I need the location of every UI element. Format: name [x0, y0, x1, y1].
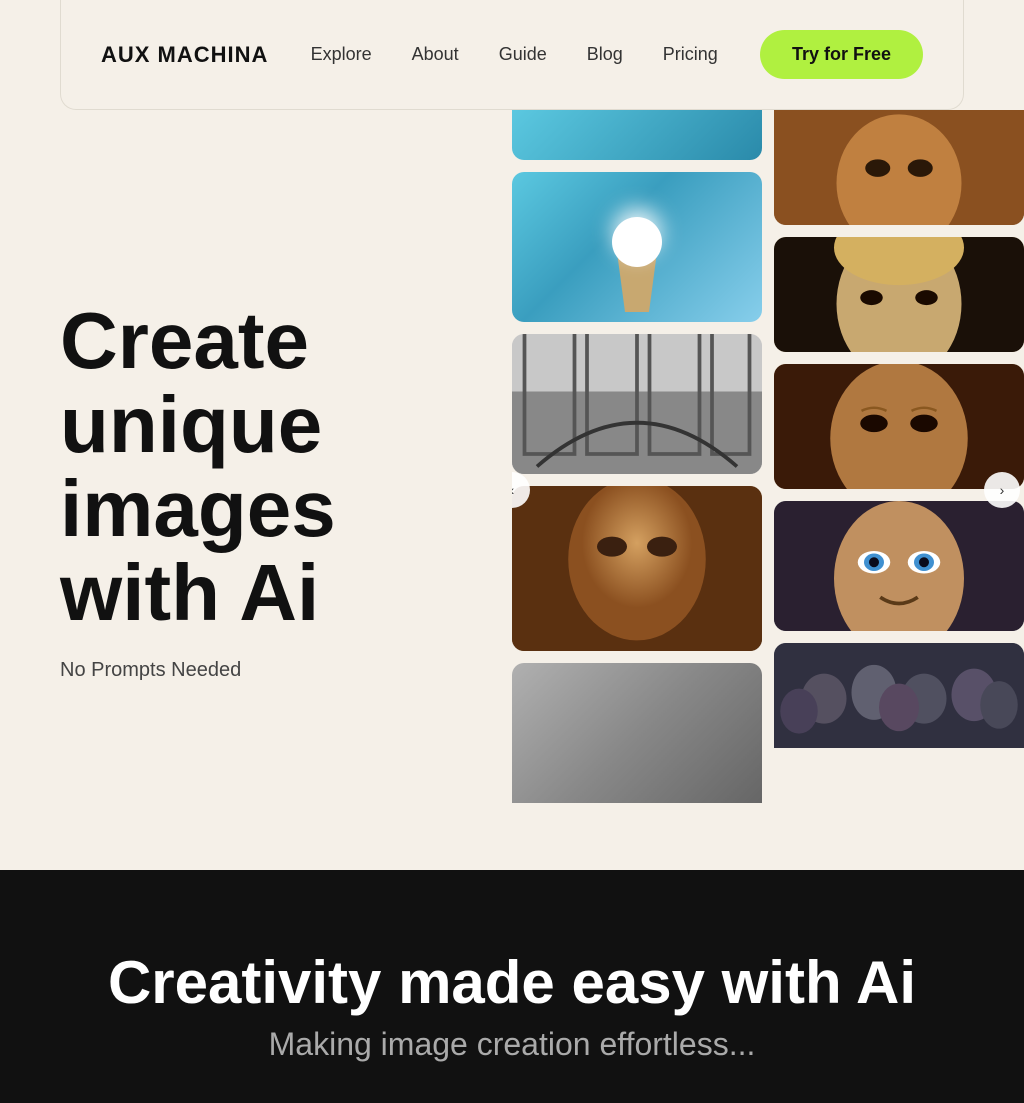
- nav-pricing[interactable]: Pricing: [663, 44, 718, 64]
- nav-links: Explore About Guide Blog Pricing: [311, 44, 718, 65]
- nav-explore[interactable]: Explore: [311, 44, 372, 64]
- image-blue-eyes-man: [774, 501, 1024, 631]
- hero-title: Create unique images with Ai: [60, 299, 452, 635]
- nav-guide[interactable]: Guide: [499, 44, 547, 64]
- hero-images: ‹ ›: [512, 110, 1024, 870]
- image-object: [512, 663, 762, 803]
- logo: AUX MACHINA: [101, 42, 268, 68]
- navbar: AUX MACHINA Explore About Guide Blog Pri…: [60, 0, 964, 110]
- nav-blog[interactable]: Blog: [587, 44, 623, 64]
- carousel-right-arrow[interactable]: ›: [984, 472, 1020, 508]
- bottom-section: Creativity made easy with Ai Making imag…: [0, 870, 1024, 1103]
- nav-about[interactable]: About: [412, 44, 459, 64]
- hero-subtitle: No Prompts Needed: [60, 659, 452, 682]
- try-free-button[interactable]: Try for Free: [760, 30, 923, 79]
- image-blond-man: [774, 237, 1024, 352]
- image-bridge: [512, 334, 762, 474]
- bottom-subtitle: Making image creation effortless...: [40, 1026, 984, 1063]
- img-top-partial: [512, 110, 762, 160]
- hero-text: Create unique images with Ai No Prompts …: [0, 110, 512, 870]
- image-older-man: [774, 364, 1024, 489]
- bottom-title: Creativity made easy with Ai: [40, 950, 984, 1016]
- image-crowd: [774, 643, 1024, 748]
- image-icecream: [512, 172, 762, 322]
- hero-section: Create unique images with Ai No Prompts …: [0, 110, 1024, 870]
- image-man1: [512, 486, 762, 651]
- image-col-1: [512, 120, 762, 860]
- image-person-top: [774, 110, 1024, 225]
